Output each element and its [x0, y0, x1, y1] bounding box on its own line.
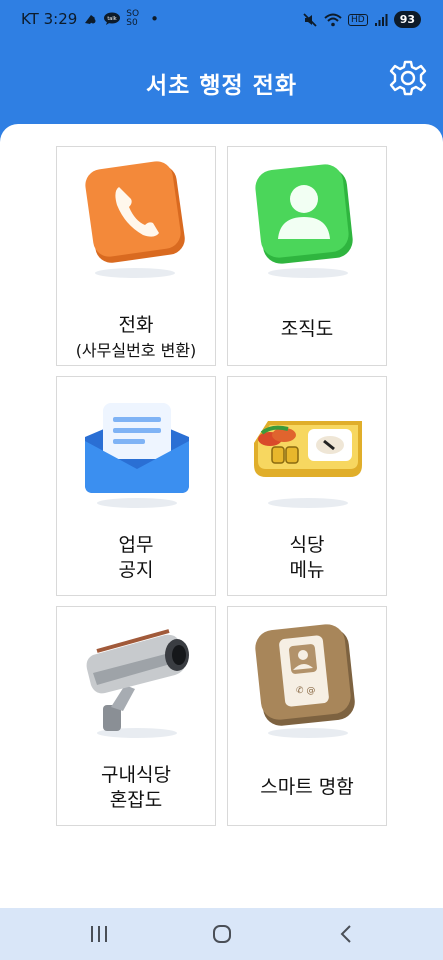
status-right: HD 93 — [302, 11, 421, 28]
person-icon — [255, 164, 353, 278]
cafeteria-menu-line1: 식당 — [289, 534, 325, 556]
cafeteria-menu-tile[interactable]: 식당 메뉴 — [227, 376, 387, 596]
work-notice-label: 업무 공지 — [57, 533, 215, 583]
phone-label-sub: (사무실번호 변환) — [75, 341, 197, 360]
work-notice-tile[interactable]: 업무 공지 — [56, 376, 216, 596]
svg-text:✆ @: ✆ @ — [296, 686, 315, 696]
status-left: KT 3:29 talk SO S0 • — [21, 10, 159, 29]
talk-icon: talk — [104, 12, 121, 25]
lunchbox-icon — [254, 421, 362, 508]
gallery-icon — [85, 15, 96, 24]
back-icon — [340, 925, 351, 943]
phone-label-main: 전화 — [118, 314, 154, 336]
app-bar: 서초 행정 전화 — [0, 40, 443, 124]
cctv-camera-icon — [86, 629, 189, 738]
mute-icon — [303, 12, 317, 27]
notification-dot: • — [150, 10, 159, 28]
cafeteria-menu-label: 식당 메뉴 — [228, 533, 386, 583]
navigation-bar — [0, 908, 443, 960]
phone-tile[interactable]: 전화 (사무실번호 변환) — [56, 146, 216, 366]
hd-badge: HD — [347, 13, 368, 26]
recents-button[interactable] — [84, 920, 114, 948]
back-button[interactable] — [332, 920, 362, 948]
cafeteria-menu-line2: 메뉴 — [289, 559, 325, 581]
smart-card-tile[interactable]: ✆ @ 스마트 명함 — [227, 606, 387, 826]
org-chart-tile[interactable]: 조직도 — [227, 146, 387, 366]
smart-card-label: 스마트 명함 — [260, 776, 354, 798]
cafeteria-crowd-label: 구내식당 혼잡도 — [57, 763, 215, 813]
phone-icon — [85, 161, 185, 278]
contact-card-icon: ✆ @ — [255, 624, 355, 738]
wifi-icon — [324, 13, 342, 26]
cafeteria-crowd-tile[interactable]: 구내식당 혼잡도 — [56, 606, 216, 826]
signal-icon — [374, 13, 388, 26]
phone-label: 전화 (사무실번호 변환) — [57, 313, 215, 363]
carrier-time: KT 3:29 — [21, 10, 78, 28]
org-chart-label: 조직도 — [280, 318, 334, 340]
mini-badge-2: S0 — [126, 18, 138, 28]
home-button[interactable] — [207, 920, 237, 948]
battery-indicator: 93 — [393, 11, 421, 28]
work-notice-line2: 공지 — [118, 559, 154, 581]
gear-icon — [389, 60, 427, 96]
mini-badges: SO S0 — [126, 10, 139, 28]
work-notice-line1: 업무 — [118, 534, 154, 556]
home-icon — [213, 925, 231, 943]
svg-text:talk: talk — [108, 16, 117, 22]
main-content: 전화 (사무실번호 변환) 조직도 업무 공지 식당 메뉴 구내식당 혼잡도 ✆… — [0, 124, 443, 908]
envelope-icon — [85, 403, 189, 508]
recents-icon — [91, 926, 107, 942]
app-title: 서초 행정 전화 — [146, 73, 297, 99]
cafeteria-crowd-line2: 혼잡도 — [109, 789, 163, 811]
cafeteria-crowd-line1: 구내식당 — [101, 764, 171, 786]
status-bar: KT 3:29 talk SO S0 • HD 93 — [0, 0, 443, 40]
settings-button[interactable] — [388, 58, 428, 98]
